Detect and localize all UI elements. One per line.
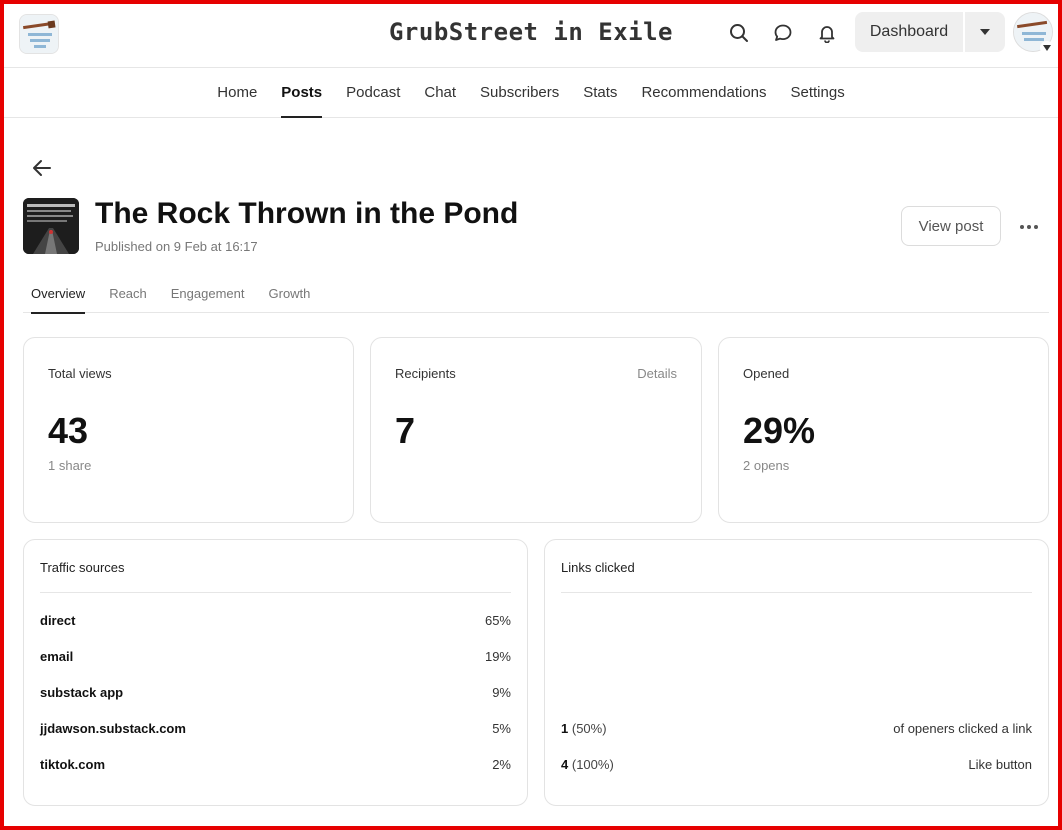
traffic-row: tiktok.com 2% [40, 754, 511, 774]
traffic-row: direct 65% [40, 610, 511, 630]
traffic-source-percent: 19% [484, 648, 511, 664]
link-description: Like button [968, 756, 1032, 772]
tab-reach[interactable]: Reach [109, 280, 147, 313]
link-description: of openers clicked a link [893, 720, 1032, 736]
post-stats-tabs: Overview Reach Engagement Growth [23, 280, 1049, 314]
post-published-date: Published on 9 Feb at 16:17 [95, 239, 258, 254]
view-post-button[interactable]: View post [901, 206, 1001, 246]
traffic-sources-card: Traffic sources direct 65% email 19% sub… [23, 539, 528, 806]
stat-label: Opened [743, 366, 790, 381]
details-link[interactable]: Details [637, 366, 677, 381]
traffic-source-percent: 65% [484, 612, 511, 628]
post-thumbnail [23, 198, 79, 254]
link-row: 4 (100%) Like button [561, 754, 1032, 774]
traffic-row: substack app 9% [40, 682, 511, 702]
dashboard-button[interactable]: Dashboard [855, 12, 963, 52]
nav-item-podcast[interactable]: Podcast [346, 68, 400, 118]
stat-card-total-views: Total views 43 1 share [23, 337, 354, 523]
chat-bubble-icon[interactable] [770, 20, 796, 46]
back-button[interactable] [30, 156, 56, 182]
stat-value: 43 [48, 410, 89, 451]
nav-item-stats[interactable]: Stats [583, 68, 617, 118]
search-icon[interactable] [726, 20, 752, 46]
more-options-button[interactable] [1015, 212, 1043, 240]
link-count-value: 4 [561, 756, 569, 772]
traffic-source-name: jjdawson.substack.com [40, 720, 186, 736]
stat-value: 7 [395, 410, 416, 451]
top-bar: GrubStreet in Exile Dashboard [4, 4, 1058, 68]
traffic-source-name: tiktok.com [40, 756, 106, 772]
link-count: 4 (100%) [561, 757, 614, 772]
nav-item-chat[interactable]: Chat [424, 68, 456, 118]
link-count-value: 1 [561, 720, 569, 736]
tab-overview[interactable]: Overview [31, 280, 86, 314]
traffic-source-percent: 5% [492, 720, 511, 736]
panel-title: Traffic sources [40, 560, 125, 575]
links-clicked-card: Links clicked 1 (50%) of openers clicked… [544, 539, 1049, 806]
bell-icon[interactable] [814, 20, 840, 46]
link-count: 1 (50%) [561, 721, 607, 736]
link-row: 1 (50%) of openers clicked a link [561, 718, 1032, 738]
stat-card-recipients: Recipients Details 7 [370, 337, 702, 523]
traffic-row: email 19% [40, 646, 511, 666]
stat-subtext: 2 opens [743, 458, 790, 473]
stat-subtext: 1 share [48, 458, 92, 473]
caret-down-icon [979, 23, 991, 41]
tab-growth[interactable]: Growth [269, 280, 311, 313]
nav-item-settings[interactable]: Settings [791, 68, 845, 118]
arrow-left-icon [30, 160, 54, 184]
divider [561, 592, 1032, 593]
nav-item-subscribers[interactable]: Subscribers [480, 68, 559, 118]
divider [40, 592, 511, 593]
traffic-row: jjdawson.substack.com 5% [40, 718, 511, 738]
nav-item-home[interactable]: Home [217, 68, 257, 118]
traffic-source-name: substack app [40, 684, 124, 700]
stat-label: Recipients [395, 366, 456, 381]
dashboard-menu-button[interactable] [965, 12, 1005, 52]
avatar-caret-icon[interactable] [1040, 41, 1054, 55]
traffic-source-name: email [40, 648, 74, 664]
traffic-source-percent: 2% [492, 756, 511, 772]
traffic-source-percent: 9% [492, 684, 511, 700]
main-nav: Home Posts Podcast Chat Subscribers Stats Reco… [4, 68, 1058, 118]
tab-engagement[interactable]: Engagement [171, 280, 245, 313]
link-count-percent: (100%) [571, 756, 614, 772]
stat-label: Total views [48, 366, 112, 381]
nav-item-recommendations[interactable]: Recommendations [641, 68, 766, 118]
traffic-source-name: direct [40, 612, 76, 628]
stat-value: 29% [743, 410, 816, 451]
nav-item-posts[interactable]: Posts [281, 68, 322, 118]
post-title: The Rock Thrown in the Pond [95, 197, 519, 230]
panel-title: Links clicked [561, 560, 635, 575]
link-count-percent: (50%) [571, 720, 607, 736]
more-horizontal-icon [1019, 217, 1039, 235]
stat-card-opened: Opened 29% 2 opens [718, 337, 1049, 523]
